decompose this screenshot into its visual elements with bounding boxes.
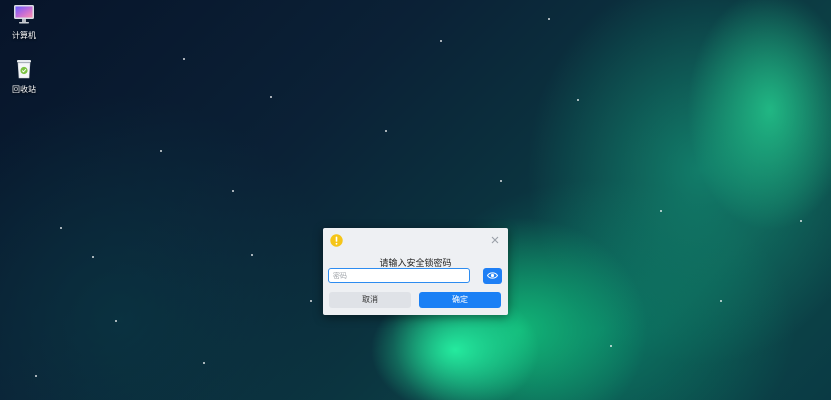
- show-password-button[interactable]: [483, 268, 502, 284]
- trash-icon: [17, 60, 31, 79]
- star: [183, 58, 185, 60]
- star: [500, 180, 502, 182]
- password-dialog: 请输入安全锁密码 取消 确定: [323, 228, 508, 315]
- star: [92, 256, 94, 258]
- star: [577, 99, 579, 101]
- desktop-icon-trash[interactable]: 回收站: [0, 58, 48, 95]
- password-input[interactable]: [328, 268, 470, 283]
- star: [440, 40, 442, 42]
- star: [251, 254, 253, 256]
- star: [610, 345, 612, 347]
- star: [115, 320, 117, 322]
- desktop-icon-label: 计算机: [12, 31, 36, 40]
- star: [160, 150, 162, 152]
- star: [800, 220, 802, 222]
- desktop-icon-computer[interactable]: 计算机: [0, 4, 48, 41]
- eye-icon: [487, 272, 498, 279]
- star: [60, 227, 62, 229]
- star: [548, 18, 550, 20]
- close-icon: [491, 236, 499, 244]
- cancel-button[interactable]: 取消: [329, 292, 411, 308]
- star: [720, 300, 722, 302]
- star: [385, 130, 387, 132]
- star: [203, 362, 205, 364]
- confirm-button[interactable]: 确定: [419, 292, 501, 308]
- star: [310, 300, 312, 302]
- desktop: 计算机 回收站 请输入安全锁密码 取消 确定: [0, 0, 831, 400]
- star: [270, 96, 272, 98]
- star: [35, 375, 37, 377]
- star: [660, 210, 662, 212]
- computer-icon: [14, 5, 34, 24]
- warning-icon: [330, 234, 343, 247]
- close-button[interactable]: [489, 234, 501, 246]
- star: [232, 190, 234, 192]
- desktop-icon-label: 回收站: [12, 85, 36, 94]
